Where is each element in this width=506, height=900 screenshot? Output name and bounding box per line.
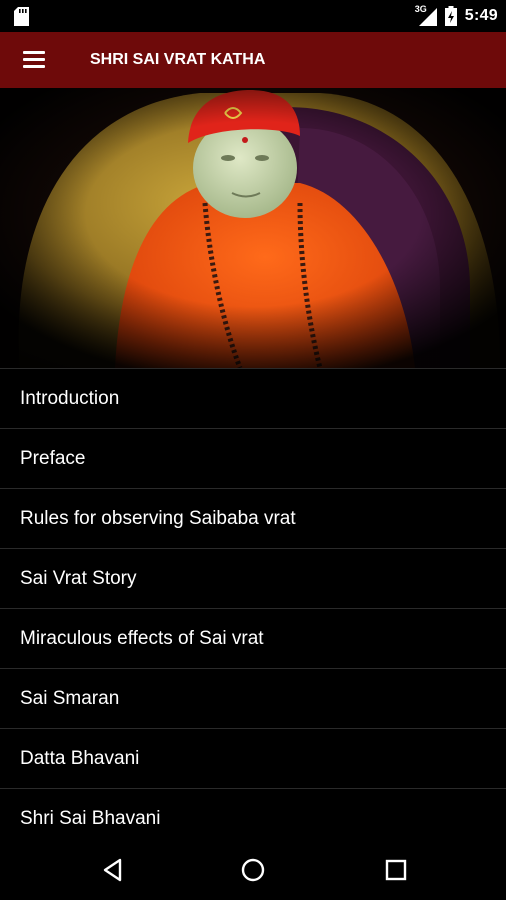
network-type-label: 3G <box>414 4 427 14</box>
app-bar: SHRI SAI VRAT KATHA <box>0 32 506 88</box>
home-icon[interactable] <box>238 855 268 885</box>
list-item-datta-bhavani[interactable]: Datta Bhavani <box>0 728 506 788</box>
battery-icon <box>444 6 457 26</box>
recents-icon[interactable] <box>381 855 411 885</box>
list-item-introduction[interactable]: Introduction <box>0 368 506 428</box>
system-nav-bar <box>0 840 506 900</box>
back-icon[interactable] <box>98 855 128 885</box>
list-item-rules[interactable]: Rules for observing Saibaba vrat <box>0 488 506 548</box>
hero-banner <box>0 88 506 368</box>
chapter-list: Introduction Preface Rules for observing… <box>0 368 506 840</box>
status-bar: 3G 5:49 <box>0 0 506 32</box>
cellular-signal-icon: 3G <box>414 4 437 26</box>
status-clock: 5:49 <box>464 7 498 24</box>
list-item-sai-smaran[interactable]: Sai Smaran <box>0 668 506 728</box>
app-title: SHRI SAI VRAT KATHA <box>90 51 266 68</box>
list-item-preface[interactable]: Preface <box>0 428 506 488</box>
hamburger-menu-icon[interactable] <box>23 51 47 69</box>
list-item-shri-sai-bhavani[interactable]: Shri Sai Bhavani <box>0 788 506 840</box>
list-item-miraculous-effects[interactable]: Miraculous effects of Sai vrat <box>0 608 506 668</box>
sai-baba-idol-image <box>0 88 506 368</box>
list-item-sai-vrat-story[interactable]: Sai Vrat Story <box>0 548 506 608</box>
sd-card-icon <box>14 7 29 26</box>
